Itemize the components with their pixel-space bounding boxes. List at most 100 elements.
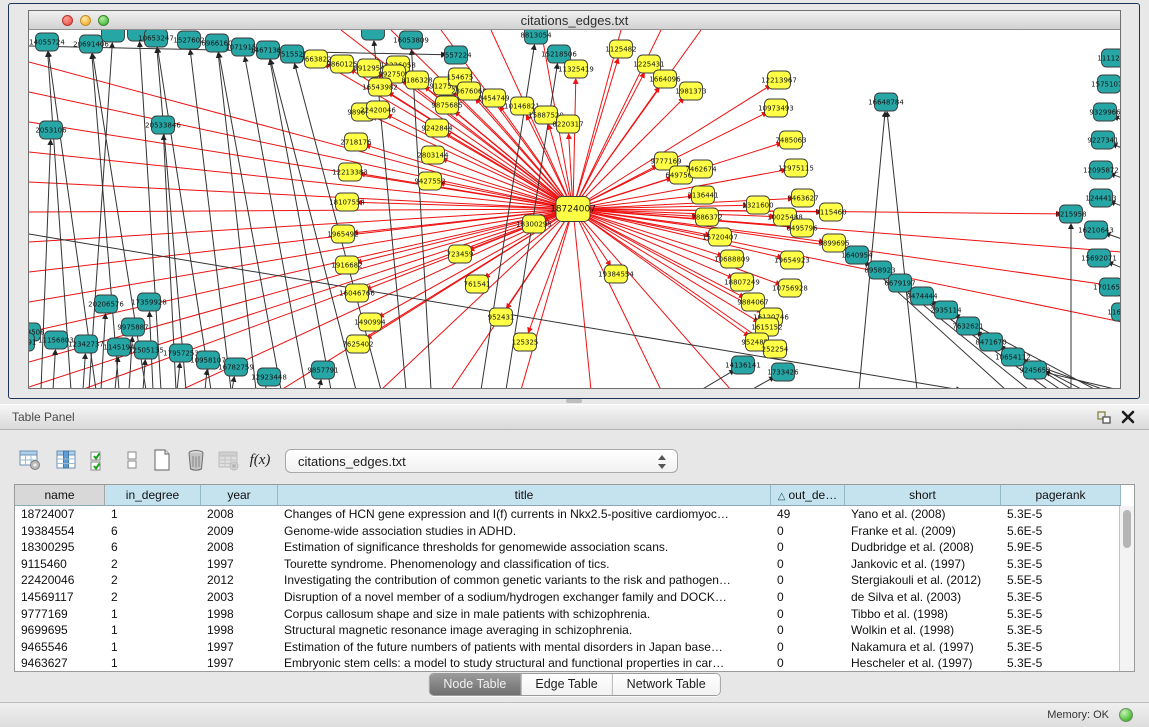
graph-node[interactable]: 9875685 — [431, 96, 462, 114]
graph-node[interactable]: 8220317 — [552, 115, 583, 133]
create-table-button[interactable] — [148, 446, 176, 474]
delete-table-button[interactable] — [182, 446, 210, 474]
graph-node[interactable]: 12213967 — [761, 71, 797, 89]
table-row[interactable]: 977716911998Corpus callosum shape and si… — [15, 606, 1134, 623]
graph-node[interactable]: 8813054 — [520, 30, 552, 44]
graph-node[interactable]: 18107554 — [329, 193, 365, 211]
graph-node[interactable]: 15751074 — [1091, 75, 1120, 93]
graph-node[interactable]: 1167533 — [1107, 303, 1120, 321]
graph-node[interactable]: 20533846 — [145, 116, 181, 134]
graph-node[interactable]: 2935114 — [930, 301, 962, 319]
graph-node[interactable]: 16648784 — [868, 93, 904, 111]
graph-node[interactable]: 20206576 — [88, 295, 124, 313]
graph-node[interactable]: 8471670 — [975, 333, 1006, 351]
graph-node[interactable]: 15720407 — [702, 228, 738, 246]
table-row[interactable]: 969969511998Structural magnetic resonanc… — [15, 622, 1134, 639]
graph-node[interactable]: 252254 — [762, 340, 789, 358]
graph-node[interactable]: 9427552 — [414, 172, 445, 190]
table-row[interactable]: 946362711997Embryonic stem cells: a mode… — [15, 655, 1134, 672]
table-selector-dropdown[interactable]: citations_edges.txt — [285, 449, 678, 473]
graph-node[interactable]: 1664096 — [649, 70, 681, 88]
column-header-short[interactable]: short — [845, 485, 1001, 506]
graph-node[interactable]: 2803144 — [417, 146, 449, 164]
graph-node[interactable]: 9329966 — [1089, 103, 1120, 121]
select-all-rows-button[interactable] — [86, 446, 114, 474]
panel-splitter-handle[interactable] — [566, 399, 582, 403]
graph-node[interactable]: 9975887 — [117, 318, 148, 336]
column-header-indegree[interactable]: in_degree — [105, 485, 201, 506]
graph-node[interactable]: 952431 — [488, 308, 515, 326]
graph-node[interactable]: 1527602 — [173, 31, 204, 49]
graph-node[interactable]: 16053809 — [393, 31, 429, 49]
column-header-name[interactable]: name — [15, 485, 105, 506]
hub-node[interactable]: 18724007 — [550, 197, 596, 222]
graph-node[interactable]: 9242844 — [421, 119, 453, 137]
memory-ok-indicator-icon[interactable] — [1119, 708, 1133, 722]
graph-node[interactable]: 14055724 — [29, 33, 65, 51]
graph-node[interactable] — [362, 30, 385, 40]
vertical-scrollbar[interactable] — [1119, 506, 1134, 671]
network-window-titlebar[interactable]: citations_edges.txt — [29, 11, 1120, 30]
graph-node[interactable]: 723459 — [447, 245, 474, 263]
graph-node[interactable]: 19654923 — [774, 251, 810, 269]
table-row[interactable]: 1830029562008Estimation of significance … — [15, 539, 1134, 556]
modify-table-button[interactable] — [16, 446, 44, 474]
table-row[interactable]: 1456911722003Disruption of a novel membe… — [15, 589, 1134, 606]
unselect-all-rows-button[interactable] — [118, 446, 146, 474]
table-row[interactable]: 1938455462009Genome-wide association stu… — [15, 523, 1134, 540]
graph-node[interactable]: 1321600 — [742, 196, 773, 214]
graph-node[interactable]: 1640954 — [841, 246, 873, 264]
graph-node[interactable]: 12923448 — [251, 368, 287, 386]
column-header-title[interactable]: title — [278, 485, 771, 506]
graph-node[interactable]: 9463627 — [787, 189, 818, 207]
graph-node[interactable]: 2136441 — [687, 186, 718, 204]
graph-node[interactable]: 12095872 — [1083, 161, 1119, 179]
network-canvas[interactable]: 1405572420691406106532471527602696616010… — [29, 30, 1120, 388]
graph-node[interactable]: 9474444 — [906, 287, 938, 305]
float-panel-icon[interactable] — [1097, 411, 1111, 424]
graph-node[interactable]: 7462674 — [685, 160, 717, 178]
tab-network-table[interactable]: Network Table — [612, 674, 720, 695]
table-row[interactable]: 1872400712008Changes of HCN gene express… — [15, 506, 1134, 523]
graph-node[interactable]: 18807249 — [724, 273, 760, 291]
graph-node[interactable]: 17016504 — [1093, 278, 1120, 296]
graph-node[interactable]: 15692071 — [1081, 249, 1117, 267]
tab-edge-table[interactable]: Edge Table — [520, 674, 611, 695]
graph-node[interactable]: 9899695 — [818, 234, 849, 252]
table-row[interactable]: 911546021997Tourette syndrome. Phenomeno… — [15, 556, 1134, 573]
show-column-button[interactable] — [52, 446, 80, 474]
graph-node[interactable]: 8186328 — [401, 71, 432, 89]
graph-node[interactable]: 2053106 — [35, 121, 67, 139]
graph-node[interactable]: 125325 — [512, 333, 539, 351]
graph-node[interactable]: 12975115 — [778, 159, 814, 177]
function-builder-button[interactable]: f(x) — [246, 446, 274, 474]
graph-node[interactable]: 9227341 — [1087, 131, 1118, 149]
graph-node[interactable] — [102, 30, 125, 42]
graph-node[interactable]: 14136141 — [725, 356, 761, 374]
graph-node[interactable]: 19384554 — [598, 265, 634, 283]
tab-node-table[interactable]: Node Table — [429, 674, 520, 695]
scrollbar-thumb[interactable] — [1123, 510, 1131, 548]
table-row[interactable]: 946554611997Estimation of the future num… — [15, 639, 1134, 656]
graph-node[interactable]: 1981373 — [675, 82, 706, 100]
graph-node[interactable]: 16210643 — [1078, 221, 1114, 239]
graph-node[interactable]: 1733426 — [767, 363, 799, 381]
graph-node[interactable]: 1125482 — [605, 40, 636, 58]
graph-node[interactable]: 9857791 — [307, 361, 338, 379]
graph-node[interactable]: 1490994 — [354, 313, 386, 331]
graph-node[interactable]: 761541 — [464, 275, 491, 293]
graph-node[interactable]: 9115460 — [815, 203, 846, 221]
column-header-pagerank[interactable]: pagerank — [1001, 485, 1121, 506]
graph-node[interactable]: 7886372 — [691, 208, 722, 226]
graph-node[interactable]: 2718176 — [340, 133, 372, 151]
graph-node[interactable]: 7625402 — [342, 335, 373, 353]
close-panel-icon[interactable] — [1121, 410, 1135, 424]
graph-node[interactable]: 12213383 — [332, 163, 368, 181]
graph-node[interactable]: 1111204 — [1097, 49, 1120, 67]
graph-node[interactable]: 1916682 — [331, 256, 362, 274]
column-header-outde[interactable]: △out_de… — [771, 485, 845, 506]
graph-node[interactable]: 17359928 — [131, 293, 167, 311]
graph-node[interactable]: 7485063 — [775, 131, 806, 149]
graph-node[interactable]: 10688809 — [714, 250, 750, 268]
table-row[interactable]: 2242004622012Investigating the contribut… — [15, 572, 1134, 589]
